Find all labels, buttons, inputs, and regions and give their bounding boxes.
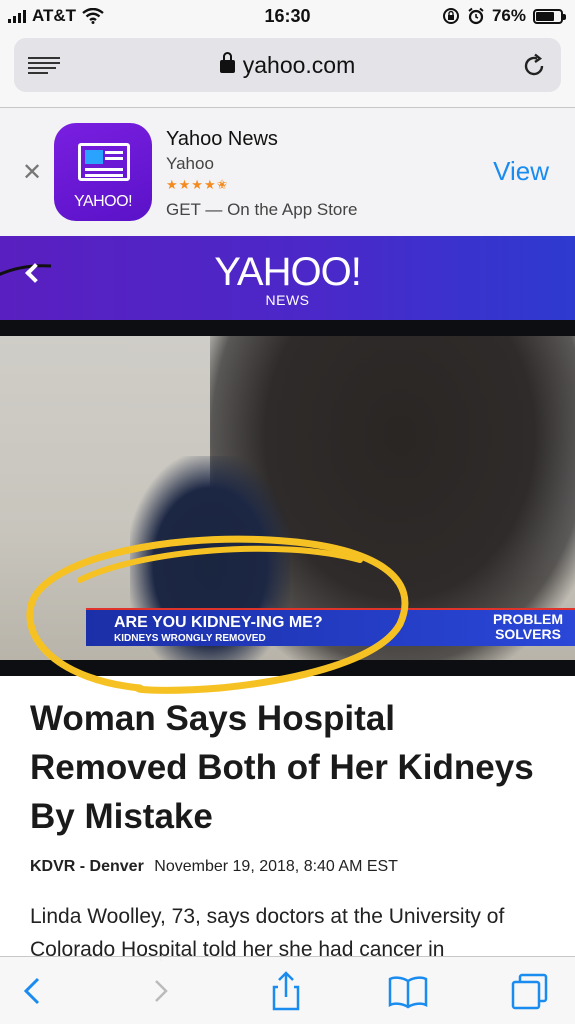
app-name: Yahoo News: [166, 128, 278, 150]
status-bar: AT&T 16:30 76%: [0, 0, 575, 32]
yahoo-logo[interactable]: YAHOO!: [0, 250, 575, 295]
reload-icon[interactable]: [521, 53, 547, 79]
view-app-button[interactable]: View: [493, 156, 549, 187]
tabs-icon[interactable]: [510, 971, 550, 1011]
status-right: 76%: [442, 6, 566, 26]
url-display[interactable]: yahoo.com: [14, 52, 561, 79]
forward-icon[interactable]: [140, 971, 180, 1011]
alarm-icon: [468, 7, 484, 25]
battery-icon: [533, 8, 566, 24]
browser-address-area: yahoo.com: [0, 32, 575, 108]
segment-line-1: PROBLEM: [493, 611, 563, 627]
lock-icon: [219, 52, 235, 73]
address-bar[interactable]: yahoo.com: [14, 38, 561, 92]
newspaper-icon: [78, 143, 130, 181]
section-label: NEWS: [265, 292, 310, 308]
article-title: Woman Says Hospital Removed Both of Her …: [30, 699, 534, 836]
browser-toolbar: [0, 956, 575, 1024]
app-rating-stars: ★★★★✬: [166, 177, 229, 192]
back-icon[interactable]: [12, 971, 52, 1011]
app-store-banner: ✕ YAHOO! Yahoo News Yahoo ★★★★✬ GET — On…: [0, 108, 575, 236]
url-text: yahoo.com: [242, 52, 356, 78]
bookmarks-icon[interactable]: [388, 971, 428, 1011]
close-banner-icon[interactable]: ✕: [22, 158, 42, 187]
article-source[interactable]: KDVR - Denver: [30, 858, 144, 875]
app-store-cta: GET — On the App Store: [166, 200, 358, 219]
rotation-lock-icon: [442, 8, 459, 24]
article-date: November 19, 2018, 8:40 AM EST: [154, 858, 398, 875]
annotation-circle: [26, 535, 409, 694]
segment-line-2: SOLVERS: [495, 626, 561, 642]
site-header: YAHOO! NEWS: [0, 236, 575, 320]
yahoo-news-app-icon[interactable]: YAHOO!: [54, 123, 152, 221]
app-developer: Yahoo: [166, 154, 214, 173]
segment-label: PROBLEM SOLVERS: [493, 612, 563, 642]
article-byline: KDVR - Denver November 19, 2018, 8:40 AM…: [30, 858, 398, 876]
battery-percent: 76%: [491, 6, 526, 25]
app-icon-brand: YAHOO!: [73, 193, 133, 210]
share-icon[interactable]: [266, 971, 306, 1011]
